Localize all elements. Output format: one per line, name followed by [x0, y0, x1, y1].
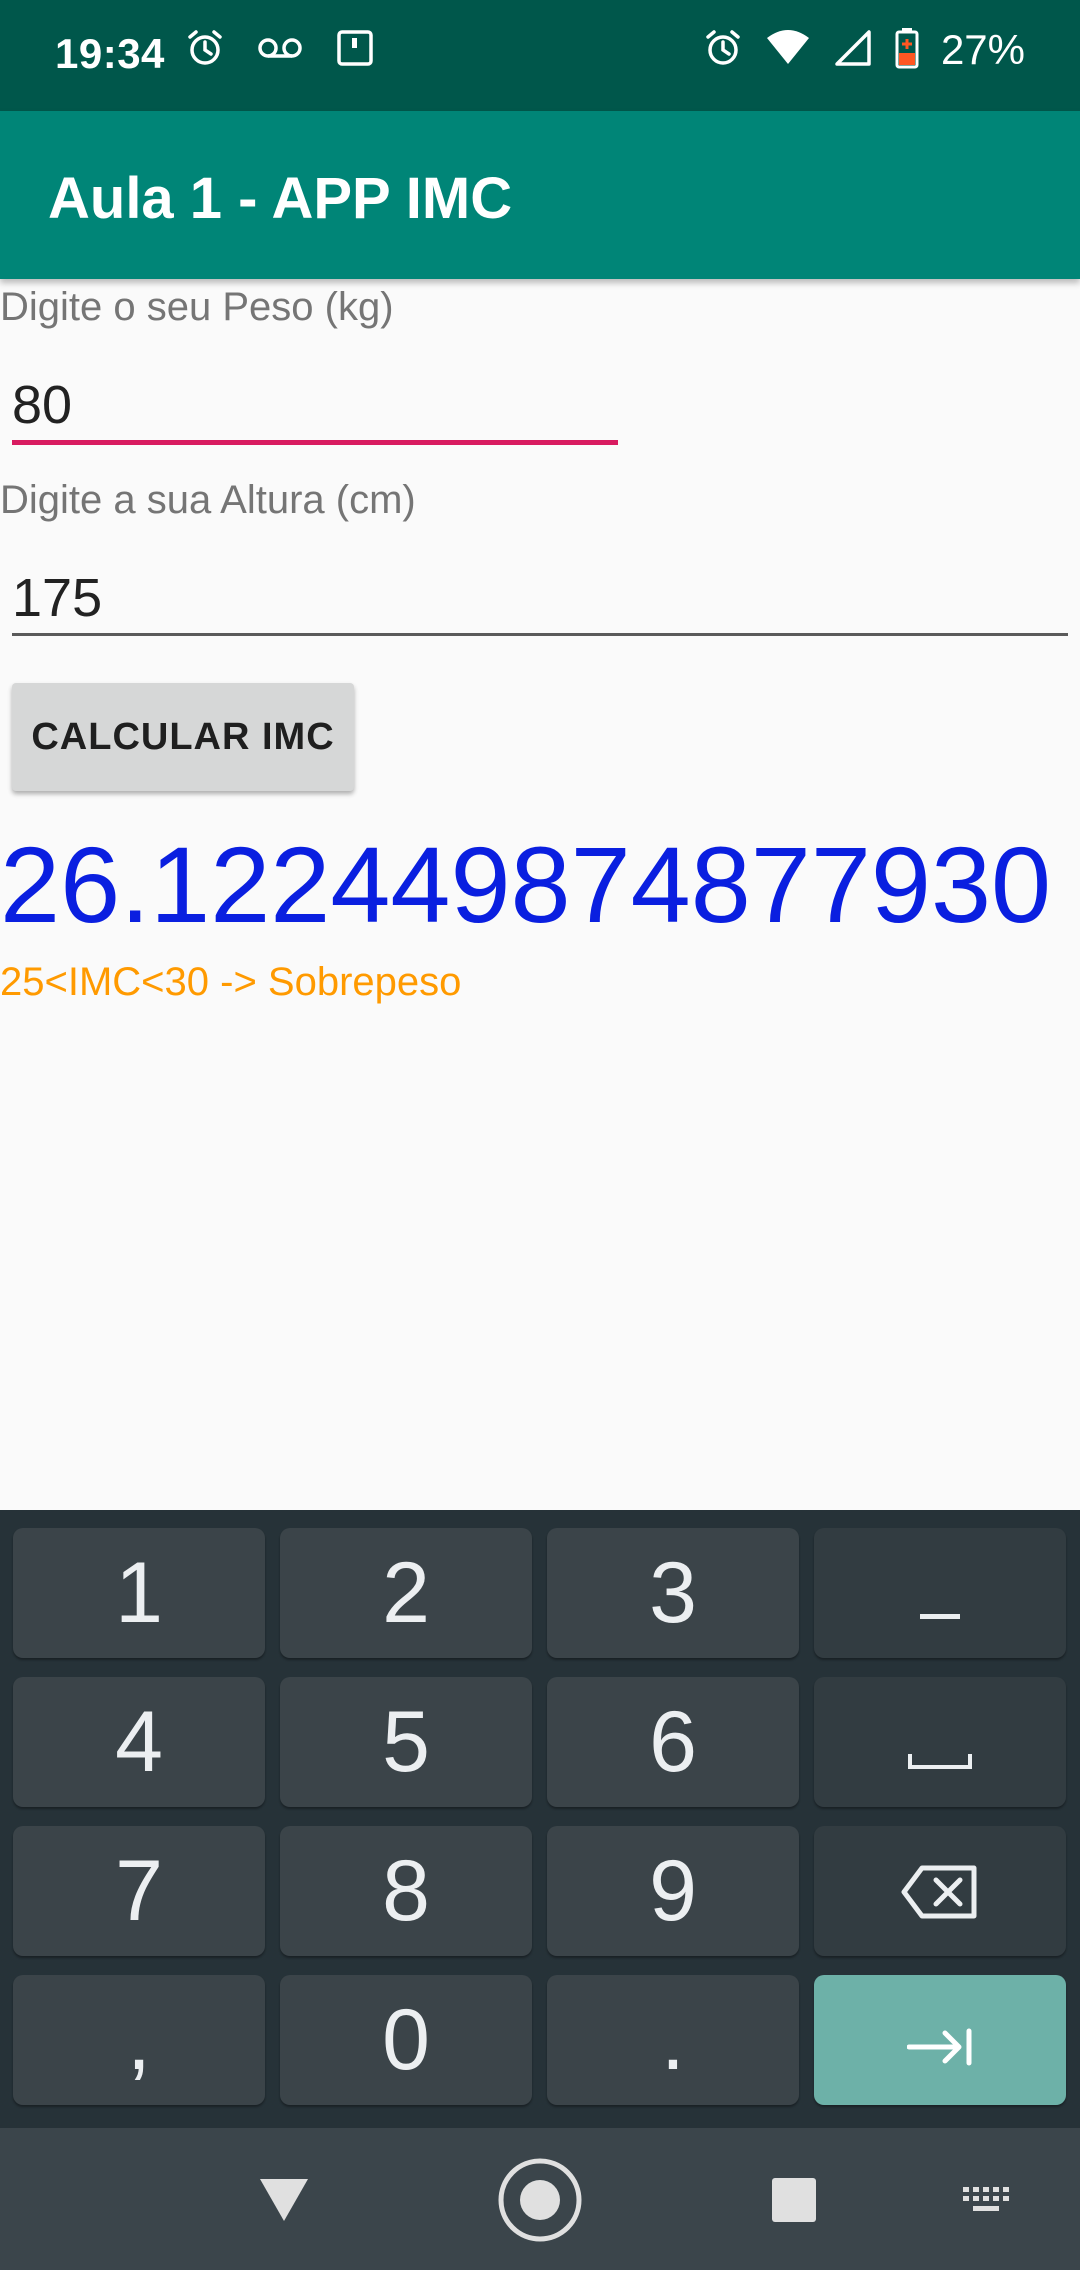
voicemail-icon — [257, 33, 303, 68]
key-minus[interactable] — [814, 1528, 1066, 1658]
back-icon[interactable] — [256, 2172, 312, 2228]
key-period[interactable]: . — [547, 1975, 799, 2105]
key-6[interactable]: 6 — [547, 1677, 799, 1807]
key-0[interactable]: 0 — [280, 1975, 532, 2105]
key-4[interactable]: 4 — [13, 1677, 265, 1807]
app-title: Aula 1 - APP IMC — [48, 166, 513, 231]
tab-next-icon — [906, 1991, 973, 2090]
numeric-keyboard: 1 2 3 4 5 6 7 8 9 , 0 . — [0, 1510, 1080, 2128]
key-5[interactable]: 5 — [280, 1677, 532, 1807]
peso-input[interactable] — [12, 370, 618, 440]
navigation-bar — [0, 2128, 1080, 2270]
battery-percent: 27% — [940, 26, 1025, 73]
keyboard-switch-icon[interactable] — [960, 2184, 1012, 2216]
minus-icon — [920, 1544, 960, 1643]
recents-icon[interactable] — [770, 2176, 818, 2224]
wifi-icon — [765, 28, 811, 73]
home-icon[interactable] — [496, 2156, 584, 2244]
altura-input[interactable] — [12, 563, 1068, 633]
peso-label: Digite o seu Peso (kg) — [0, 285, 394, 329]
alarm-icon — [703, 28, 743, 73]
peso-field-container — [12, 370, 618, 445]
calcular-imc-button[interactable]: CALCULAR IMC — [12, 683, 354, 791]
alarm-icon — [185, 28, 225, 73]
status-notification-icons — [185, 28, 375, 73]
app-bar: Aula 1 - APP IMC — [0, 111, 1080, 279]
cell-signal-icon — [833, 28, 873, 73]
key-backspace[interactable] — [814, 1826, 1066, 1956]
space-icon — [907, 1693, 973, 1792]
key-8[interactable]: 8 — [280, 1826, 532, 1956]
key-9[interactable]: 9 — [547, 1826, 799, 1956]
altura-field-container — [12, 563, 1068, 636]
key-1[interactable]: 1 — [13, 1528, 265, 1658]
imc-result-category: 25<IMC<30 -> Sobrepeso — [0, 960, 462, 1004]
key-next[interactable] — [814, 1975, 1066, 2105]
status-bar: 19:34 27% — [0, 0, 1080, 111]
status-time: 19:34 — [55, 30, 165, 77]
sd-card-icon — [335, 28, 375, 73]
key-space[interactable] — [814, 1677, 1066, 1807]
altura-label: Digite a sua Altura (cm) — [0, 478, 416, 522]
backspace-icon — [900, 1842, 980, 1941]
key-comma[interactable]: , — [13, 1975, 265, 2105]
imc-result-value: 26.122449874877930 — [0, 824, 1052, 945]
battery-icon — [895, 27, 919, 74]
key-3[interactable]: 3 — [547, 1528, 799, 1658]
status-system-icons: 27% — [703, 26, 1025, 74]
key-2[interactable]: 2 — [280, 1528, 532, 1658]
key-7[interactable]: 7 — [13, 1826, 265, 1956]
